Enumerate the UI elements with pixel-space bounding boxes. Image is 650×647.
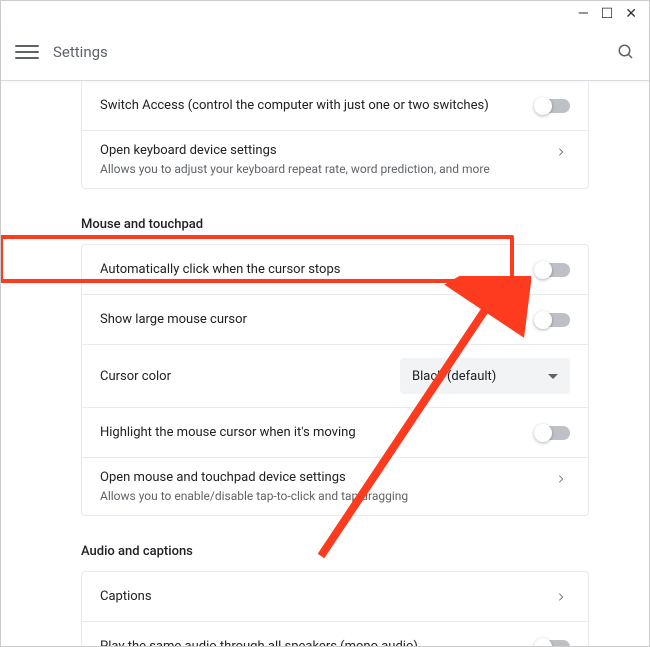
mouse-section: Automatically click when the cursor stop… (81, 244, 589, 516)
label: Cursor color (100, 369, 400, 384)
switch-access-toggle[interactable] (536, 99, 570, 113)
page-title: Settings (53, 43, 108, 61)
highlight-cursor-toggle[interactable] (536, 426, 570, 440)
menu-icon[interactable] (15, 40, 39, 64)
highlight-cursor-row[interactable]: Highlight the mouse cursor when it's mov… (82, 408, 588, 458)
label: Open keyboard device settings (100, 143, 552, 158)
captions-row[interactable]: Captions (82, 572, 588, 622)
close-button[interactable]: ✕ (625, 7, 637, 21)
keyboard-settings-row[interactable]: Open keyboard device settings Allows you… (82, 131, 588, 188)
audio-section-title: Audio and captions (81, 544, 589, 559)
sublabel: Allows you to adjust your keyboard repea… (100, 162, 552, 176)
large-cursor-toggle[interactable] (536, 313, 570, 327)
cursor-color-row[interactable]: Cursor color Black (default) (82, 345, 588, 408)
label: Automatically click when the cursor stop… (100, 262, 536, 277)
mouse-device-settings-row[interactable]: Open mouse and touchpad device settings … (82, 458, 588, 515)
sublabel: Allows you to enable/disable tap-to-clic… (100, 489, 552, 503)
dropdown-value: Black (default) (412, 369, 496, 384)
mouse-section-title: Mouse and touchpad (81, 217, 589, 232)
cursor-color-dropdown[interactable]: Black (default) (400, 358, 570, 394)
settings-content: Switch Access (control the computer with… (1, 81, 649, 646)
chevron-right-icon[interactable] (552, 470, 570, 488)
label: Show large mouse cursor (100, 312, 536, 327)
minimize-button[interactable]: — (578, 7, 589, 21)
switch-access-row[interactable]: Switch Access (control the computer with… (82, 81, 588, 131)
mono-audio-toggle[interactable] (536, 640, 570, 647)
large-cursor-row[interactable]: Show large mouse cursor (82, 295, 588, 345)
label: Play the same audio through all speakers… (100, 639, 536, 646)
label: Open mouse and touchpad device settings (100, 470, 552, 485)
mono-audio-row[interactable]: Play the same audio through all speakers… (82, 622, 588, 646)
auto-click-toggle[interactable] (536, 263, 570, 277)
window-controls: — ☐ ✕ (578, 7, 637, 21)
accessibility-section: Switch Access (control the computer with… (81, 81, 589, 189)
label: Captions (100, 589, 552, 604)
maximize-button[interactable]: ☐ (601, 7, 614, 21)
audio-section: Captions Play the same audio through all… (81, 571, 589, 646)
label: Switch Access (control the computer with… (100, 98, 536, 113)
chevron-right-icon[interactable] (552, 143, 570, 161)
search-icon[interactable] (617, 43, 635, 61)
label: Highlight the mouse cursor when it's mov… (100, 425, 536, 440)
auto-click-row[interactable]: Automatically click when the cursor stop… (82, 245, 588, 295)
chevron-down-icon (548, 374, 558, 379)
header-bar: Settings (1, 23, 649, 81)
chevron-right-icon[interactable] (552, 588, 570, 606)
